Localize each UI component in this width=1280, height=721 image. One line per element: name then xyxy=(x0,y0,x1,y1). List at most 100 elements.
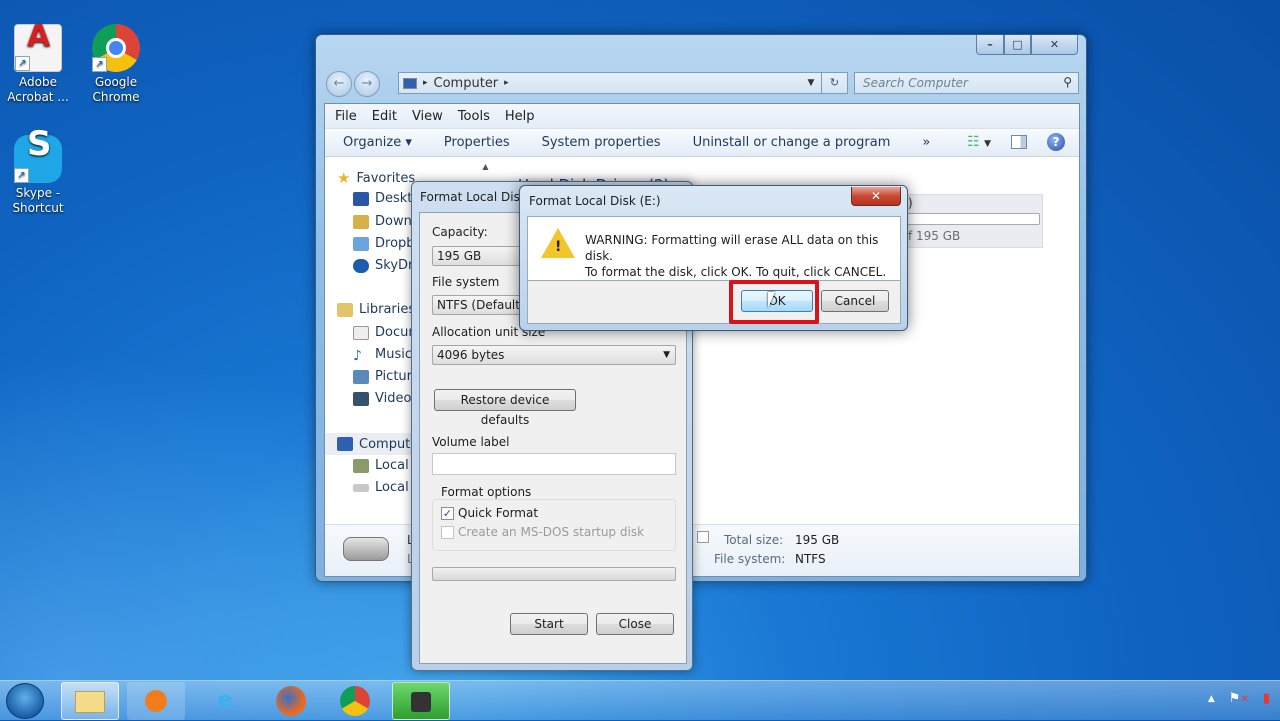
command-bar: Organize ▾ Properties System properties … xyxy=(325,129,1079,157)
taskbar-active-app[interactable] xyxy=(392,682,450,720)
minimize-button[interactable]: – xyxy=(976,35,1004,55)
star-icon: ★ xyxy=(337,169,351,187)
search-icon: ⚲ xyxy=(1063,75,1072,89)
volume-label-input[interactable] xyxy=(432,453,676,475)
desktop-icon-adobe[interactable]: A ↗ Adobe Acrobat ... xyxy=(0,22,76,105)
view-options-icon[interactable]: ☷ ▼ xyxy=(967,134,991,150)
breadcrumb-computer[interactable]: Computer xyxy=(434,76,499,91)
menu-edit[interactable]: Edit xyxy=(372,109,397,124)
drive-usage-bar xyxy=(904,213,1040,225)
allocation-select[interactable]: 4096 bytes ▼ xyxy=(432,345,676,365)
sidebar-favorites[interactable]: ★ Favorites xyxy=(337,169,415,187)
volume-label-caption: Volume label xyxy=(432,435,510,449)
sidebar-item-music[interactable]: ♪ Music xyxy=(353,347,412,364)
desktop-icon-label: Skype - Shortcut xyxy=(12,186,64,215)
power-icon[interactable]: ▮ xyxy=(1263,691,1270,706)
format-options-label: Format options xyxy=(441,485,532,499)
capacity-label: Capacity: xyxy=(432,225,488,239)
desktop-icon-skype[interactable]: S ↗ Skype - Shortcut xyxy=(0,127,76,216)
file-system-value: NTFS xyxy=(795,552,826,566)
more-commands-button[interactable]: » xyxy=(922,135,930,150)
menu-bar: File Edit View Tools Help xyxy=(325,104,1079,129)
warning-dialog: Format Local Disk (E:) ✕ ! WARNING: Form… xyxy=(519,185,908,331)
drive-large-icon xyxy=(343,537,389,561)
warning-dialog-title: Format Local Disk (E:) xyxy=(529,194,661,208)
uninstall-button[interactable]: Uninstall or change a program xyxy=(693,135,891,150)
media-player-icon xyxy=(145,690,167,712)
cancel-button[interactable]: Cancel xyxy=(821,290,889,312)
action-center-flag-icon[interactable]: ⚑✕ xyxy=(1229,691,1249,706)
dropbox-icon xyxy=(353,236,369,251)
start-button[interactable] xyxy=(6,683,44,719)
taskbar-explorer[interactable] xyxy=(61,682,119,720)
desktop-icon-chrome[interactable]: ↗ Google Chrome xyxy=(78,24,154,105)
computer-icon xyxy=(337,437,353,451)
search-input[interactable]: Search Computer ⚲ xyxy=(854,72,1079,94)
warning-message: WARNING: Formatting will erase ALL data … xyxy=(585,233,887,279)
properties-button[interactable]: Properties xyxy=(444,135,510,150)
skydrive-icon xyxy=(353,258,369,273)
address-bar[interactable]: ▸ Computer ▸ ▼ xyxy=(398,72,848,94)
search-placeholder: Search Computer xyxy=(863,76,968,90)
menu-view[interactable]: View xyxy=(412,109,443,124)
chrome-icon: ↗ xyxy=(92,24,140,72)
restore-defaults-button[interactable]: Restore device defaults xyxy=(434,389,576,427)
desktop-icon xyxy=(353,191,369,206)
back-button[interactable]: ← xyxy=(326,71,352,97)
maximize-button[interactable]: □ xyxy=(1004,35,1031,55)
scroll-up-arrow[interactable]: ▲ xyxy=(477,162,494,172)
forward-button[interactable]: → xyxy=(354,71,380,97)
folder-icon xyxy=(75,691,105,713)
shortcut-arrow-icon: ↗ xyxy=(15,56,30,71)
address-dropdown-icon[interactable]: ▼ xyxy=(801,78,821,88)
ie-icon: e xyxy=(217,688,233,713)
music-icon: ♪ xyxy=(353,347,362,364)
details-checkbox xyxy=(697,531,709,543)
format-options-group: ✓ Quick Format Create an MS-DOS startup d… xyxy=(432,499,676,551)
quick-format-checkbox[interactable]: ✓ Quick Format xyxy=(441,506,538,520)
taskbar-chrome[interactable] xyxy=(326,682,384,720)
refresh-button[interactable]: ↻ xyxy=(821,72,848,94)
mouse-cursor-icon xyxy=(768,292,775,308)
drive-icon xyxy=(353,483,369,492)
taskbar-internet-explorer[interactable]: e xyxy=(196,682,254,720)
breadcrumb-sep[interactable]: ▸ xyxy=(504,78,509,88)
documents-icon xyxy=(353,325,369,340)
address-sep: ▸ xyxy=(423,78,428,88)
recorder-icon xyxy=(411,692,431,712)
menu-help[interactable]: Help xyxy=(505,109,535,124)
show-hidden-icons-button[interactable]: ▲ xyxy=(1208,694,1215,706)
desktop-icon-label: Google Chrome xyxy=(92,75,140,104)
sidebar-libraries[interactable]: Libraries xyxy=(337,302,415,317)
libraries-icon xyxy=(337,302,353,317)
sidebar-item-local-disk-c[interactable]: Local xyxy=(353,458,409,473)
help-icon[interactable]: ? xyxy=(1047,133,1065,151)
taskbar: e ▲ ⚑✕ ▮ xyxy=(0,680,1280,720)
start-button[interactable]: Start xyxy=(510,613,588,635)
chevron-down-icon: ▼ xyxy=(663,350,670,360)
system-properties-button[interactable]: System properties xyxy=(542,135,661,150)
downloads-icon xyxy=(353,214,369,229)
pictures-icon xyxy=(353,369,369,384)
preview-pane-icon[interactable] xyxy=(1011,135,1027,149)
firefox-icon xyxy=(276,686,306,716)
msdos-checkbox: Create an MS-DOS startup disk xyxy=(441,525,644,539)
skype-icon: S ↗ xyxy=(14,127,62,183)
shortcut-arrow-icon: ↗ xyxy=(14,168,29,183)
sidebar-item-local-disk-e[interactable]: Local xyxy=(353,480,409,495)
taskbar-media-player[interactable] xyxy=(127,682,185,720)
menu-tools[interactable]: Tools xyxy=(458,109,490,124)
close-button[interactable]: ✕ xyxy=(1031,35,1078,55)
organize-button[interactable]: Organize ▾ xyxy=(343,135,412,150)
menu-file[interactable]: File xyxy=(335,109,357,124)
warning-close-button[interactable]: ✕ xyxy=(851,187,901,206)
sidebar-item-videos[interactable]: Videos xyxy=(353,391,418,406)
drive-e-tile[interactable]: ) f 195 GB xyxy=(903,194,1043,248)
system-tray: ▲ ⚑✕ ▮ xyxy=(1208,691,1270,706)
format-progress-bar xyxy=(432,567,676,581)
taskbar-firefox[interactable] xyxy=(262,682,320,720)
desktop-icon-label: Adobe Acrobat ... xyxy=(7,75,69,104)
close-dialog-button[interactable]: Close xyxy=(596,613,674,635)
system-drive-icon xyxy=(353,458,369,473)
checkmark-icon: ✓ xyxy=(441,506,454,520)
